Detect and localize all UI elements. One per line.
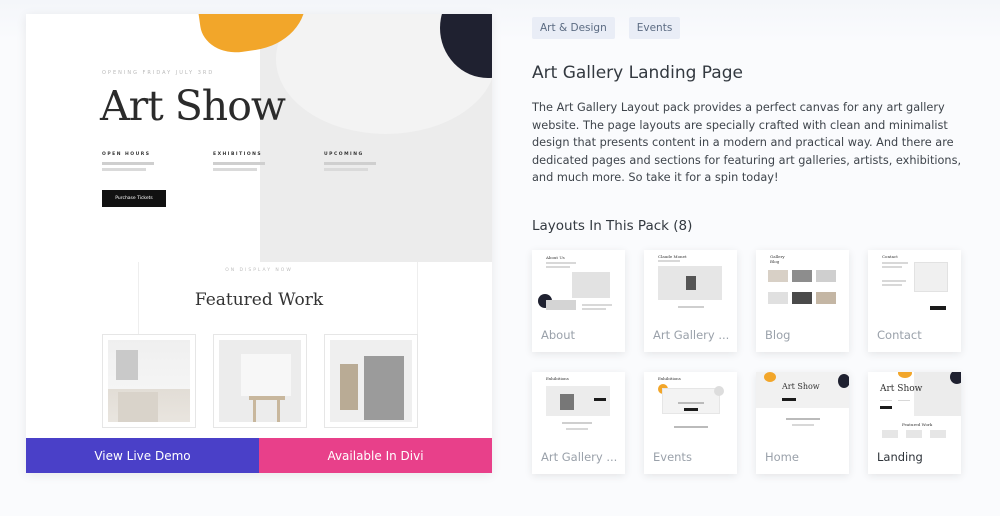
layout-card-label: Events [653,450,692,464]
layout-card-events[interactable]: Exhibitions Events [644,372,737,474]
layout-thumbnail: Claude Monet [644,250,737,316]
available-in-divi-button[interactable]: Available In Divi [259,438,492,473]
layouts-pack-heading: Layouts In This Pack (8) [532,218,693,234]
layout-card-about[interactable]: About Us About [532,250,625,352]
layout-thumbnail: Contact [868,250,961,316]
tag-art-design[interactable]: Art & Design [532,17,615,39]
layout-card-landing[interactable]: Art Show Featured Work Landing [868,372,961,474]
info-column-hours: OPEN HOURS [102,152,192,171]
layout-thumbnail: Exhibitions [532,372,625,438]
layout-title: Art Gallery Landing Page [532,63,743,83]
layout-thumbnail: About Us [532,250,625,316]
hero-title: Art Show [100,82,286,130]
layout-card-label: Art Gallery ... [653,328,730,342]
featured-thumbnail [324,334,418,428]
layout-card-home[interactable]: Art Show Home [756,372,849,474]
featured-thumbnail [213,334,307,428]
layout-thumbnail: Art Show Featured Work [868,372,961,438]
info-column-upcoming: UPCOMING [324,152,414,171]
layout-preview-card[interactable]: OPENING FRIDAY JULY 3RD Art Show OPEN HO… [26,14,492,473]
layout-description: The Art Gallery Layout pack provides a p… [532,101,962,184]
view-live-demo-button[interactable]: View Live Demo [26,438,259,473]
layout-card-contact[interactable]: Contact Contact [868,250,961,352]
layout-card-label: Art Gallery ... [541,450,618,464]
featured-title: Featured Work [194,290,324,310]
hero-kicker: OPENING FRIDAY JULY 3RD [102,70,215,76]
featured-kicker: ON DISPLAY NOW [225,268,293,273]
preview-action-bar: View Live Demo Available In Divi [26,438,492,473]
layout-card-label: Landing [877,450,923,464]
layout-detail-page: OPENING FRIDAY JULY 3RD Art Show OPEN HO… [0,0,1000,516]
info-heading: UPCOMING [324,152,364,157]
layout-card-art-gallery[interactable]: Claude Monet Art Gallery ... [644,250,737,352]
info-column-exhibitions: EXHIBITIONS [213,152,303,171]
layout-card-blog[interactable]: Gallery Blog Blog [756,250,849,352]
layout-thumbnail: Exhibitions [644,372,737,438]
layout-card-label: Home [765,450,799,464]
layout-card-label: About [541,328,576,342]
preview-hero: OPENING FRIDAY JULY 3RD Art Show OPEN HO… [26,14,492,262]
preview-featured-section: ON DISPLAY NOW Featured Work [26,262,492,438]
layout-card-label: Contact [877,328,922,342]
info-heading: EXHIBITIONS [213,152,263,157]
tag-events[interactable]: Events [628,17,681,39]
purchase-tickets-button: Purchase Tickets [102,190,166,207]
layout-thumbnail: Art Show [756,372,849,438]
category-tags: Art & Design Events [532,17,681,39]
featured-thumbnail [102,334,196,428]
layout-thumbnail: Gallery Blog [756,250,849,316]
layout-card-art-gallery-2[interactable]: Exhibitions Art Gallery ... [532,372,625,474]
info-heading: OPEN HOURS [102,152,151,157]
layout-card-label: Blog [765,328,791,342]
